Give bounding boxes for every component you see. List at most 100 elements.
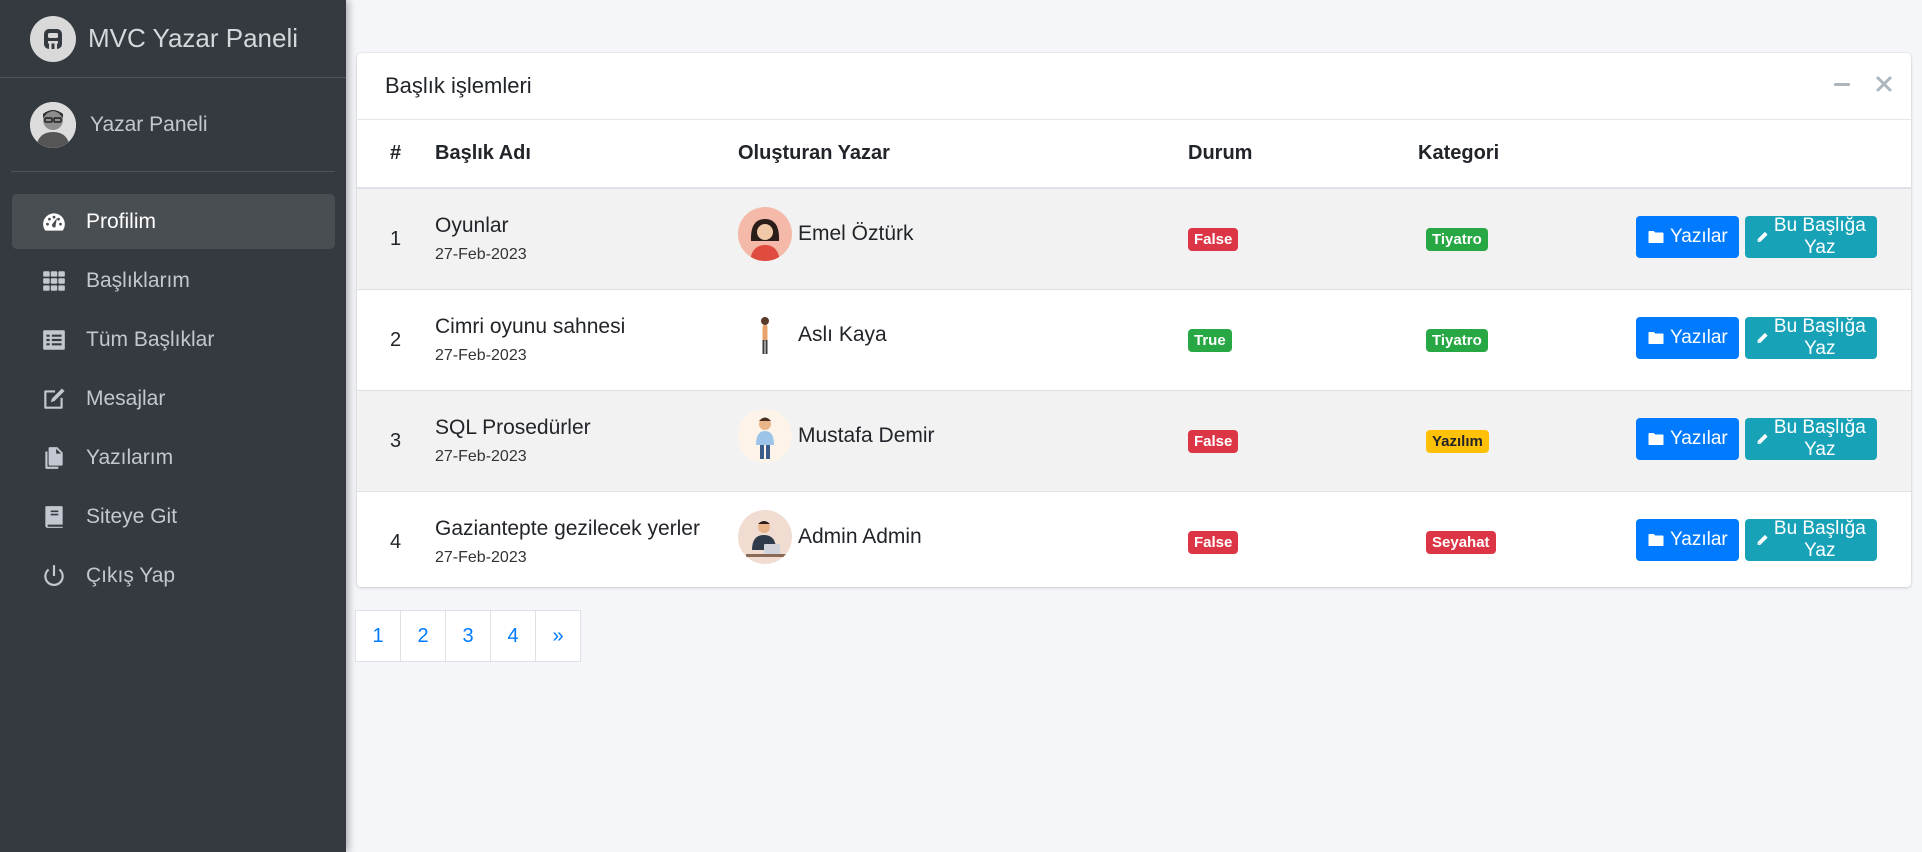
user-panel[interactable]: Yazar Paneli bbox=[11, 78, 335, 172]
sidebar-item-yazilarim[interactable]: Yazılarım bbox=[12, 430, 335, 485]
page-link-1[interactable]: 1 bbox=[355, 610, 401, 662]
sidebar-nav: Profilim Başlıklarım Tüm Başlıklar Mesaj… bbox=[0, 172, 346, 603]
sidebar-item-siteye-git[interactable]: Siteye Git bbox=[12, 489, 335, 544]
sidebar-item-basliklarim[interactable]: Başlıklarım bbox=[12, 253, 335, 308]
copy-icon bbox=[40, 444, 68, 472]
page-link-4[interactable]: 4 bbox=[490, 610, 536, 662]
posts-button[interactable]: Yazılar bbox=[1636, 418, 1739, 460]
list-icon bbox=[40, 326, 68, 354]
page-link-3[interactable]: 3 bbox=[445, 610, 491, 662]
row-number: 1 bbox=[357, 187, 435, 290]
title-cell: SQL Prosedürler 27-Feb-2023 bbox=[435, 390, 738, 492]
brand-link[interactable]: MVC Yazar Paneli bbox=[0, 0, 346, 78]
author-name: Aslı Kaya bbox=[798, 323, 887, 346]
sidebar-item-profilim[interactable]: Profilim bbox=[12, 194, 335, 249]
category-cell: Tiyatro bbox=[1418, 187, 1636, 290]
write-button[interactable]: Bu Başlığa Yaz bbox=[1744, 316, 1877, 359]
write-button-label: Bu Başlığa Yaz bbox=[1773, 215, 1866, 258]
grid-icon bbox=[40, 267, 68, 295]
title-cell: Cimri oyunu sahnesi 27-Feb-2023 bbox=[435, 289, 738, 391]
status-badge: True bbox=[1188, 328, 1232, 353]
pagination: 1 2 3 4 » bbox=[355, 610, 581, 662]
collapse-button[interactable] bbox=[1831, 73, 1853, 95]
title-date: 27-Feb-2023 bbox=[435, 448, 527, 465]
sidebar-item-cikis-yap[interactable]: Çıkış Yap bbox=[12, 548, 335, 603]
posts-button[interactable]: Yazılar bbox=[1636, 216, 1739, 258]
table-row: 3 SQL Prosedürler 27-Feb-2023 Mustafa De… bbox=[357, 390, 1911, 492]
category-cell: Yazılım bbox=[1418, 390, 1636, 492]
close-icon bbox=[1876, 76, 1892, 92]
col-author-header: Oluşturan Yazar bbox=[738, 120, 1188, 189]
sidebar: MVC Yazar Paneli Yazar Paneli Profilim B… bbox=[0, 0, 346, 852]
remove-button[interactable] bbox=[1873, 73, 1895, 95]
write-button[interactable]: Bu Başlığa Yaz bbox=[1744, 518, 1877, 561]
title-name: Gaziantepte gezilecek yerler bbox=[435, 517, 700, 540]
book-icon bbox=[40, 503, 68, 531]
author-avatar bbox=[738, 308, 792, 362]
folder-icon bbox=[1648, 231, 1664, 243]
actions-cell: Yazılar Bu Başlığa Yaz bbox=[1636, 289, 1911, 391]
posts-button-label: Yazılar bbox=[1670, 428, 1728, 449]
status-cell: True bbox=[1188, 289, 1418, 391]
posts-button-label: Yazılar bbox=[1670, 327, 1728, 348]
minus-icon bbox=[1834, 83, 1850, 86]
row-number: 4 bbox=[357, 491, 435, 587]
sidebar-item-label: Yazılarım bbox=[86, 445, 174, 469]
actions-cell: Yazılar Bu Başlığa Yaz bbox=[1636, 390, 1911, 492]
col-num-header: # bbox=[357, 120, 435, 189]
page-link-next[interactable]: » bbox=[535, 610, 581, 662]
author-cell: Emel Öztürk bbox=[738, 187, 1188, 290]
table-row: 4 Gaziantepte gezilecek yerler 27-Feb-20… bbox=[357, 491, 1911, 587]
author-cell: Mustafa Demir bbox=[738, 390, 1188, 492]
posts-button[interactable]: Yazılar bbox=[1636, 519, 1739, 561]
user-name: Yazar Paneli bbox=[90, 112, 208, 136]
category-badge: Tiyatro bbox=[1426, 227, 1488, 252]
write-button[interactable]: Bu Başlığa Yaz bbox=[1744, 215, 1877, 258]
row-number: 3 bbox=[357, 390, 435, 492]
write-button-label: Bu Başlığa Yaz bbox=[1773, 417, 1866, 460]
folder-icon bbox=[1648, 534, 1664, 546]
category-cell: Seyahat bbox=[1418, 491, 1636, 587]
sidebar-item-label: Başlıklarım bbox=[86, 268, 190, 292]
title-date: 27-Feb-2023 bbox=[435, 246, 527, 263]
title-name: Oyunlar bbox=[435, 214, 509, 237]
sidebar-item-label: Tüm Başlıklar bbox=[86, 327, 215, 351]
brand-logo-icon bbox=[30, 15, 76, 62]
posts-button[interactable]: Yazılar bbox=[1636, 317, 1739, 359]
title-date: 27-Feb-2023 bbox=[435, 347, 527, 364]
status-badge: False bbox=[1188, 530, 1239, 555]
table-header-row: # Başlık Adı Oluşturan Yazar Durum Kateg… bbox=[357, 120, 1911, 189]
sidebar-item-mesajlar[interactable]: Mesajlar bbox=[12, 371, 335, 426]
row-number: 2 bbox=[357, 289, 435, 391]
folder-icon bbox=[1648, 332, 1664, 344]
col-category-header: Kategori bbox=[1418, 120, 1636, 189]
status-cell: False bbox=[1188, 187, 1418, 290]
category-badge: Tiyatro bbox=[1426, 328, 1488, 353]
author-avatar bbox=[738, 207, 792, 261]
brand-text: MVC Yazar Paneli bbox=[88, 23, 299, 53]
page-link-2[interactable]: 2 bbox=[400, 610, 446, 662]
status-cell: False bbox=[1188, 491, 1418, 587]
author-avatar bbox=[738, 409, 792, 463]
pencil-icon bbox=[1757, 332, 1768, 343]
power-icon bbox=[40, 562, 68, 590]
titles-card: Başlık işlemleri # Başlık Adı Oluşturan … bbox=[357, 53, 1911, 587]
table-row: 1 Oyunlar 27-Feb-2023 Emel Öztürk False … bbox=[357, 187, 1911, 290]
sidebar-item-label: Siteye Git bbox=[86, 504, 178, 528]
status-badge: False bbox=[1188, 429, 1239, 454]
sidebar-item-label: Profilim bbox=[86, 209, 157, 233]
col-status-header: Durum bbox=[1188, 120, 1418, 189]
author-name: Admin Admin bbox=[798, 525, 922, 548]
card-header: Başlık işlemleri bbox=[357, 53, 1911, 120]
author-cell: Admin Admin bbox=[738, 491, 1188, 587]
write-button[interactable]: Bu Başlığa Yaz bbox=[1744, 417, 1877, 460]
author-name: Emel Öztürk bbox=[798, 222, 914, 245]
pencil-icon bbox=[1757, 433, 1768, 444]
sidebar-item-tum-basliklar[interactable]: Tüm Başlıklar bbox=[12, 312, 335, 367]
posts-button-label: Yazılar bbox=[1670, 529, 1728, 550]
posts-button-label: Yazılar bbox=[1670, 226, 1728, 247]
dashboard-icon bbox=[40, 208, 68, 236]
write-button-label: Bu Başlığa Yaz bbox=[1773, 316, 1866, 359]
actions-cell: Yazılar Bu Başlığa Yaz bbox=[1636, 491, 1911, 587]
folder-icon bbox=[1648, 433, 1664, 445]
